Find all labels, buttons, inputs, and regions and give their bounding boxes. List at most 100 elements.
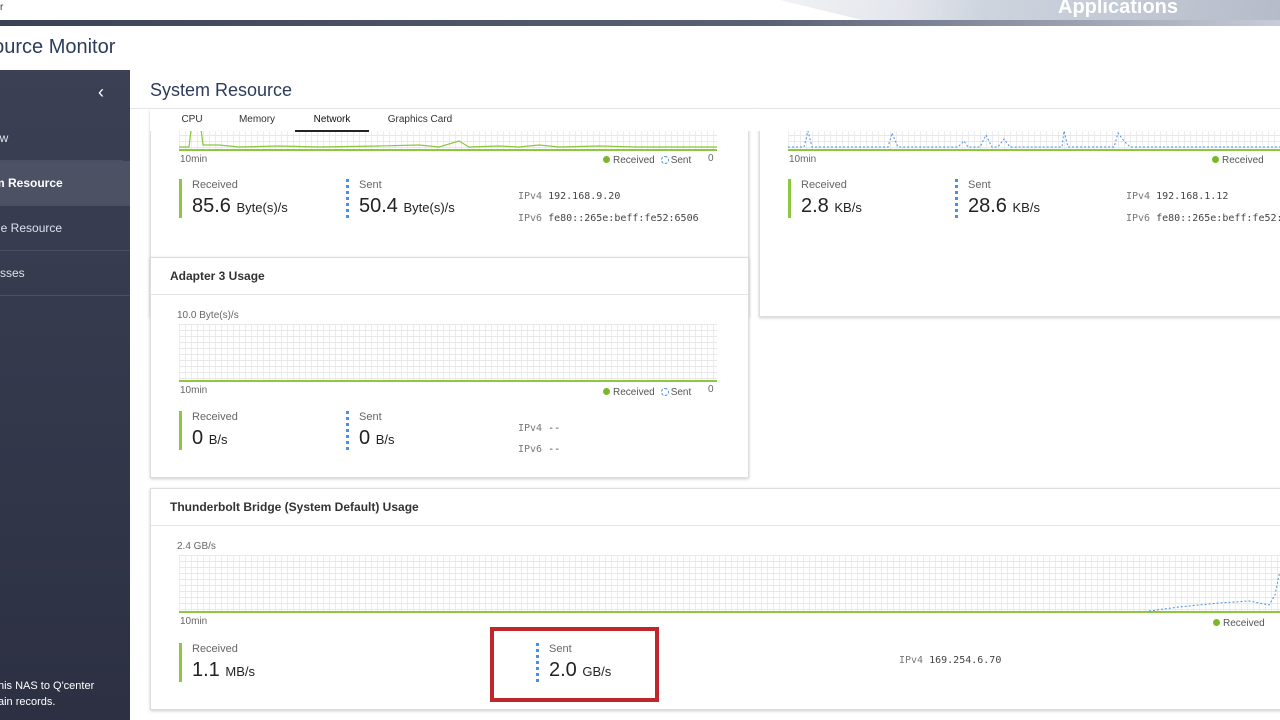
ipv4-key: IPv4: [1126, 191, 1151, 202]
legend-received: Received: [1223, 618, 1265, 629]
tab-graphics-card[interactable]: Graphics Card: [385, 114, 455, 132]
sidebar-item-overview[interactable]: ew: [0, 116, 123, 161]
thunderbolt-plot: [179, 555, 1280, 613]
y-axis-max: 2.4 GB/s: [177, 541, 216, 552]
adapter3-card: Adapter 3 Usage 10.0 Byte(s)/s 10min Rec…: [150, 257, 749, 478]
ipv6-value: fe80::265e:beff:fe52:6506: [548, 213, 699, 224]
sidebar-footer-line2: ain records.: [0, 696, 56, 708]
sent-dot-icon: [660, 156, 669, 164]
sent-dot-icon: [660, 388, 669, 396]
received-label: Received: [801, 179, 847, 191]
chart-legend: Received Sent: [603, 155, 691, 166]
ipv4-row: IPv4 --: [518, 423, 560, 434]
card-title: Thunderbolt Bridge (System Default) Usag…: [151, 489, 1280, 526]
ipv4-row: IPv4 169.254.6.70: [899, 655, 1001, 666]
adapter3-plot: [179, 324, 717, 382]
ipv6-row: IPv6 --: [518, 444, 560, 455]
received-value: 85.6: [192, 195, 231, 217]
sent-label: Sent: [968, 179, 991, 191]
received-value: 2.8: [801, 195, 829, 217]
sent-unit: Byte(s)/s: [403, 200, 455, 215]
sent-unit: B/s: [375, 432, 395, 447]
tab-cpu[interactable]: CPU: [180, 114, 204, 132]
received-stat: Received 1.1 MB/s: [179, 643, 255, 682]
sidebar-footer-line1: his NAS to Q'center: [0, 680, 95, 692]
ipv6-row: IPv6 fe80::265e:beff:fe52:6506: [518, 213, 699, 224]
sent-label: Sent: [359, 179, 382, 191]
received-stat: Received 85.6 Byte(s)/s: [179, 179, 288, 218]
legend-sent: Sent: [670, 155, 692, 166]
top-left-fragment: r: [0, 2, 4, 13]
tab-network[interactable]: Network: [295, 114, 369, 132]
received-stat: Received 2.8 KB/s: [788, 179, 862, 218]
ipv4-row: IPv4 192.168.9.20: [518, 191, 620, 202]
chart-legend: Received Sent: [603, 387, 691, 398]
y-axis-max: 10.0 Byte(s)/s: [177, 310, 239, 321]
ipv6-key: IPv6: [518, 213, 543, 224]
time-axis-label: 10min: [180, 616, 208, 627]
time-axis-label: 10min: [180, 154, 208, 165]
sidebar-item-label: m Resource: [0, 176, 63, 190]
sidebar-item-processes[interactable]: sses: [0, 251, 130, 296]
thunderbolt-sent-line: [1148, 571, 1280, 612]
top-stripe: [0, 20, 1280, 26]
ipv4-row: IPv4 192.168.1.12: [1126, 191, 1228, 202]
ipv6-key: IPv6: [1126, 213, 1151, 224]
received-dot-icon: [1212, 156, 1219, 163]
legend-sent: Sent: [670, 387, 692, 398]
axis-zero: 0: [708, 153, 714, 164]
received-label: Received: [192, 411, 238, 423]
received-dot-icon: [603, 156, 610, 163]
chart-legend: Received: [1213, 618, 1265, 629]
legend-received: Received: [613, 387, 655, 398]
received-unit: KB/s: [834, 200, 862, 215]
ipv4-value: 192.168.1.12: [1156, 191, 1229, 202]
main-content: System Resource 10min Received Sent 0 Rec…: [130, 70, 1280, 720]
received-dot-icon: [603, 388, 610, 395]
sent-value: 28.6: [968, 195, 1007, 217]
sent-unit: KB/s: [1012, 200, 1040, 215]
card-title: Adapter 3 Usage: [151, 258, 748, 295]
axis-zero: 0: [708, 384, 714, 395]
sidebar: ‹ ew m Resource ge Resource sses his NAS…: [0, 70, 130, 720]
ipv6-key: IPv6: [518, 444, 543, 455]
time-axis-label: 10min: [789, 154, 817, 165]
chevron-left-icon[interactable]: ‹: [98, 82, 104, 103]
sent-stat: Sent 28.6 KB/s: [955, 179, 1040, 218]
applications-banner[interactable]: Applications: [780, 0, 1280, 22]
ipv4-key: IPv4: [899, 655, 924, 666]
sidebar-item-label: sses: [0, 266, 25, 280]
tab-label: Network: [313, 114, 351, 125]
sent-label: Sent: [359, 411, 382, 423]
chart-legend: Received: [1212, 155, 1264, 166]
tab-label: Graphics Card: [387, 114, 453, 125]
received-stat: Received 0 B/s: [179, 411, 238, 450]
sidebar-item-storage-resource[interactable]: ge Resource: [0, 206, 130, 251]
received-dot-icon: [1213, 619, 1220, 626]
sidebar-item-system-resource[interactable]: m Resource: [0, 161, 130, 206]
ipv4-value: 192.168.9.20: [548, 191, 621, 202]
ipv6-value: --: [548, 444, 561, 455]
adapter2-card: 10min Received Received 2.8 KB/s Sent 28…: [759, 110, 1280, 317]
received-label: Received: [192, 179, 238, 191]
sent-value: 50.4: [359, 195, 398, 217]
sidebar-item-label: ew: [0, 131, 9, 145]
legend-received: Received: [1222, 155, 1264, 166]
top-bar: r Applications: [0, 0, 1280, 28]
ipv6-row: IPv6 fe80::265e:beff:fe52:: [1126, 213, 1280, 224]
thunderbolt-card: Thunderbolt Bridge (System Default) Usag…: [150, 488, 1280, 710]
window-title-bar: esource Monitor: [0, 28, 1280, 70]
sidebar-footer: his NAS to Q'center ain records.: [0, 678, 94, 710]
sidebar-item-label: ge Resource: [0, 221, 63, 235]
tab-label: Memory: [238, 114, 276, 125]
received-unit: Byte(s)/s: [236, 200, 288, 215]
ipv6-value: fe80::265e:beff:fe52:: [1156, 213, 1280, 224]
time-axis-label: 10min: [180, 385, 208, 396]
tab-memory[interactable]: Memory: [235, 114, 279, 132]
received-unit: B/s: [208, 432, 228, 447]
ipv4-key: IPv4: [518, 423, 543, 434]
window-title: esource Monitor: [0, 36, 116, 58]
sent-stat: Sent 50.4 Byte(s)/s: [346, 179, 455, 218]
received-unit: MB/s: [225, 664, 255, 679]
tab-label: CPU: [181, 114, 203, 125]
